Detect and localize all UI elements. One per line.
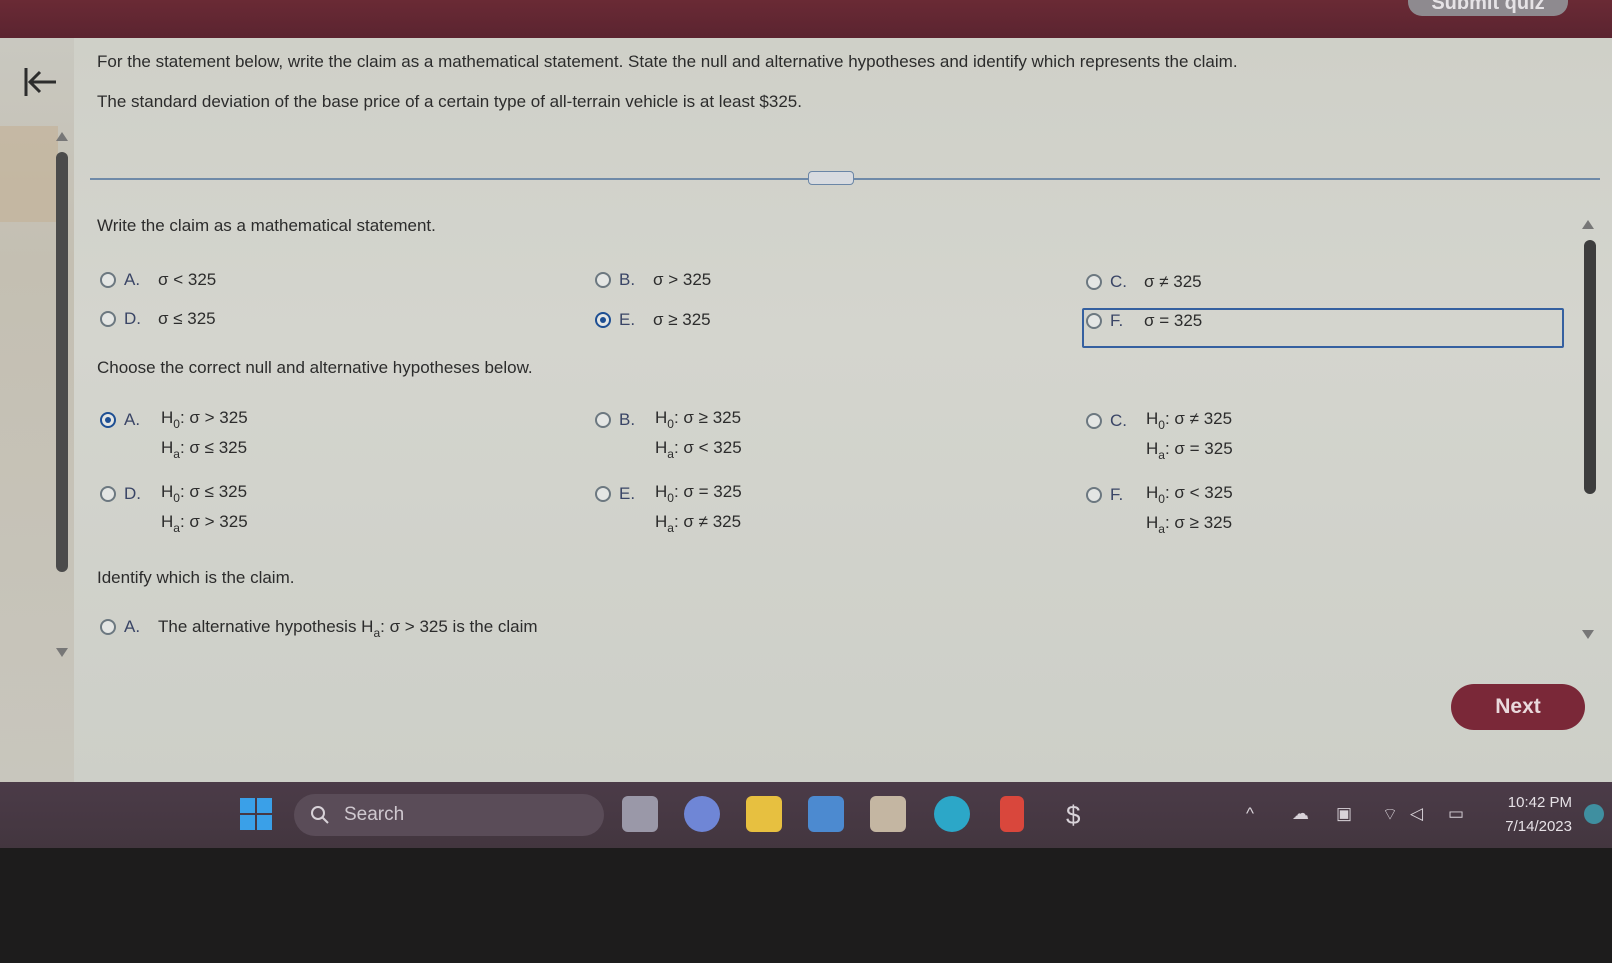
taskbar-search-box[interactable]: Search [294,794,604,836]
display-icon[interactable]: ▣ [1336,804,1352,824]
option-letter: E. [619,484,636,503]
task-view-icon[interactable] [622,796,658,832]
edge-browser-icon[interactable] [934,796,970,832]
option-text: σ ≥ 325 [653,310,711,329]
option-text: The alternative hypothesis Ha: σ > 325 i… [158,617,538,640]
radio-selected-icon[interactable] [595,312,611,328]
claim-option-e[interactable]: E. σ ≥ 325 [595,308,711,332]
mail-icon[interactable] [808,796,844,832]
left-rail-accent [0,126,58,222]
option-letter: C. [1110,272,1127,291]
alt-hypothesis-e: Ha: σ ≠ 325 [655,512,742,535]
option-text: σ > 325 [653,270,712,289]
radio-icon[interactable] [100,272,116,288]
option-letter: A. [124,270,141,289]
null-hypothesis-e: H0: σ = 325 [655,482,742,505]
right-scrollbar-thumb[interactable] [1584,240,1596,494]
next-button[interactable]: Next [1451,684,1585,730]
submit-quiz-button[interactable]: Submit quiz [1408,0,1568,16]
claim-option-d[interactable]: D. σ ≤ 325 [100,307,216,331]
radio-icon[interactable] [100,486,116,502]
radio-icon[interactable] [1086,413,1102,429]
hypothesis-option-f[interactable]: F. [1086,483,1144,507]
alt-hypothesis-a: Ha: σ ≤ 325 [161,438,248,461]
radio-icon[interactable] [595,486,611,502]
claim-option-c[interactable]: C. σ ≠ 325 [1086,270,1202,294]
hypothesis-option-b[interactable]: B. [595,408,653,432]
radio-icon[interactable] [595,412,611,428]
option-letter: B. [619,270,636,289]
option-letter: C. [1110,411,1127,430]
option-text: σ = 325 [1144,311,1203,330]
windows-taskbar: Search $ ^ ☁ ▣ ⌔ ◁ ▭ 10:42 PM 7/14/2023 [0,782,1612,848]
app-s-icon[interactable]: $ [1066,800,1080,831]
alt-hypothesis-b: Ha: σ < 325 [655,438,742,461]
option-letter: F. [1110,485,1124,504]
null-hypothesis-b: H0: σ ≥ 325 [655,408,742,431]
office-icon[interactable] [1000,796,1024,832]
calendar-icon[interactable] [870,796,906,832]
wifi-icon[interactable]: ⌔ [1382,804,1398,825]
hypothesis-option-c[interactable]: C. [1086,409,1144,433]
option-letter: E. [619,310,636,329]
null-hypothesis-f: H0: σ < 325 [1146,483,1233,506]
radio-icon[interactable] [100,311,116,327]
question-panel: For the statement below, write the claim… [0,38,1612,782]
null-hypothesis-a: H0: σ > 325 [161,408,248,431]
pane-divider-handle[interactable] [808,171,854,185]
left-scroll-up-icon[interactable] [56,132,68,141]
part1-prompt: Write the claim as a mathematical statem… [97,216,436,235]
part2-prompt: Choose the correct null and alternative … [97,358,533,377]
alt-hypothesis-f: Ha: σ ≥ 325 [1146,513,1233,536]
option-text: σ ≤ 325 [158,309,216,328]
hypothesis-option-e[interactable]: E. [595,482,653,506]
monitor-bezel [0,848,1612,963]
onedrive-cloud-icon[interactable]: ☁ [1292,804,1309,824]
claim-option-b[interactable]: B. σ > 325 [595,268,711,292]
radio-icon[interactable] [1086,487,1102,503]
radio-icon[interactable] [1086,274,1102,290]
option-letter: A. [124,410,141,429]
option-text: σ ≠ 325 [1144,272,1202,291]
left-scroll-down-icon[interactable] [56,648,68,657]
taskbar-time[interactable]: 10:42 PM [1492,794,1572,811]
volume-icon[interactable]: ◁ [1410,804,1423,824]
option-letter: F. [1110,311,1124,330]
hypothesis-option-a[interactable]: A. [100,408,158,432]
radio-icon[interactable] [1086,313,1102,329]
option-text: σ < 325 [158,270,217,289]
option-letter: D. [124,484,141,503]
hypothesis-option-d[interactable]: D. [100,482,158,506]
right-scroll-up-icon[interactable] [1582,220,1594,229]
taskbar-date[interactable]: 7/14/2023 [1488,818,1572,835]
chevron-up-icon[interactable]: ^ [1246,804,1254,824]
back-to-start-icon[interactable] [22,64,58,100]
alt-hypothesis-d: Ha: σ > 325 [161,512,248,535]
part3-prompt: Identify which is the claim. [97,568,295,587]
question-statement: The standard deviation of the base price… [97,92,802,111]
option-letter: A. [124,617,141,636]
option-letter: B. [619,410,636,429]
claim-option-f[interactable]: F. σ = 325 [1086,309,1202,333]
search-placeholder: Search [344,804,405,825]
file-explorer-icon[interactable] [746,796,782,832]
option-letter: D. [124,309,141,328]
left-scrollbar-thumb[interactable] [56,152,68,572]
null-hypothesis-d: H0: σ ≤ 325 [161,482,248,505]
battery-icon[interactable]: ▭ [1448,804,1464,824]
notification-badge-icon[interactable] [1584,804,1604,824]
radio-selected-icon[interactable] [100,412,116,428]
windows-start-icon[interactable] [240,798,272,830]
search-icon [311,806,329,824]
radio-icon[interactable] [595,272,611,288]
right-scroll-down-icon[interactable] [1582,630,1594,639]
alt-hypothesis-c: Ha: σ = 325 [1146,439,1233,462]
claim-option-a[interactable]: A. σ < 325 [100,268,216,292]
question-instruction: For the statement below, write the claim… [97,52,1238,71]
quiz-header-bar: Submit quiz [0,0,1612,38]
chat-icon[interactable] [684,796,720,832]
radio-icon[interactable] [100,619,116,635]
claim-identify-option-a[interactable]: A. The alternative hypothesis Ha: σ > 32… [100,615,538,640]
null-hypothesis-c: H0: σ ≠ 325 [1146,409,1233,432]
